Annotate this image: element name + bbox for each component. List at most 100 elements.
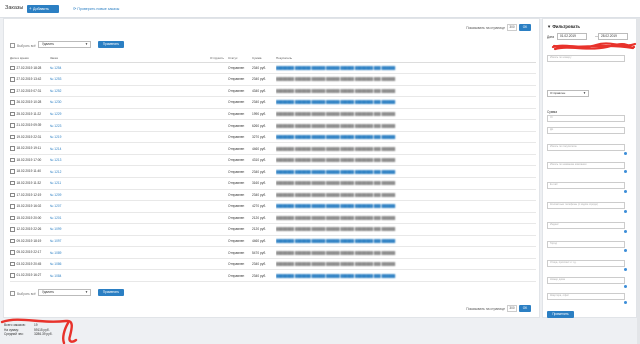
row-checkbox[interactable] bbox=[10, 169, 15, 174]
table-row[interactable]: 15.02.2019 16:02 № 1207 Отправлен 4270 руб.… bbox=[10, 200, 536, 213]
info-icon[interactable] bbox=[624, 249, 627, 252]
row-checkbox[interactable] bbox=[10, 215, 15, 221]
table-row[interactable]: 19.02.2019 22:31 № 1219 Отправлен 3270 руб.… bbox=[10, 131, 536, 144]
table-row[interactable]: 18.02.2019 17:00 № 1213 Отправлен 4310 руб.… bbox=[10, 154, 536, 167]
order-number-link[interactable]: № 1211 bbox=[50, 181, 61, 185]
table-row[interactable]: 15.02.2019 20:00 № 1201 Отправлен 2120 руб.… bbox=[10, 212, 536, 225]
filter-field-input[interactable]: Квартира, офис bbox=[547, 293, 625, 300]
date-to-input[interactable]: 28.02.2019 bbox=[598, 33, 628, 40]
order-number-link[interactable]: № 1089 bbox=[50, 251, 61, 255]
bulk-action-select-bottom[interactable]: Удалить ▼ bbox=[38, 289, 91, 296]
bulk-apply-button[interactable]: Применить bbox=[98, 41, 124, 48]
table-row[interactable]: 17.02.2019 12:19 № 1209 Отправлен 2340 руб.… bbox=[10, 189, 536, 202]
status-select[interactable]: Отправлен ▼ bbox=[547, 90, 589, 97]
date-from-input[interactable]: 01.02.2019 bbox=[557, 33, 587, 40]
table-row[interactable]: 12.02.2019 22:26 № 1099 Отправлен 2120 руб.… bbox=[10, 223, 536, 236]
order-number-link[interactable]: № 1209 bbox=[50, 193, 61, 197]
order-number-link[interactable]: № 1219 bbox=[50, 135, 61, 139]
row-checkbox[interactable] bbox=[10, 134, 15, 140]
filter-field-input[interactable]: E-mail bbox=[547, 182, 625, 189]
table-row[interactable]: 27.02.2019 13:42 № 1253 Отправлен 2340 руб.… bbox=[10, 73, 536, 86]
col-order[interactable]: Заказ bbox=[50, 55, 210, 63]
per-page-ok-button[interactable]: OK bbox=[519, 24, 531, 31]
filter-field-input[interactable]: Номер дома bbox=[547, 277, 625, 284]
col-customer[interactable]: Покупатель bbox=[276, 55, 536, 63]
filter-field-input[interactable]: Искать по названию компании bbox=[547, 162, 625, 169]
order-number-link[interactable]: № 1213 bbox=[50, 158, 61, 162]
info-icon[interactable] bbox=[624, 301, 627, 304]
filter-apply-button[interactable]: Применить bbox=[547, 311, 574, 318]
row-checkbox[interactable] bbox=[10, 250, 15, 255]
bulk-action-select[interactable]: Удалить ▼ bbox=[38, 41, 91, 48]
select-all-checkbox[interactable] bbox=[10, 43, 15, 48]
table-row[interactable]: 26.02.2019 10:28 № 1230 Отправлен 2340 руб.… bbox=[10, 96, 536, 109]
order-number-link[interactable]: № 1229 bbox=[50, 112, 61, 116]
order-number-link[interactable]: № 1253 bbox=[50, 77, 61, 81]
row-checkbox[interactable] bbox=[10, 157, 15, 163]
row-checkbox[interactable] bbox=[10, 180, 15, 186]
filter-field-input[interactable]: Индекс bbox=[547, 222, 625, 229]
per-page-input-bottom[interactable]: 300 bbox=[507, 305, 517, 312]
order-number-link[interactable]: № 1214 bbox=[50, 147, 61, 151]
select-all-checkbox-bottom[interactable] bbox=[10, 291, 15, 296]
table-row[interactable]: 25.02.2019 11:22 № 1229 Отправлен 1990 руб.… bbox=[10, 108, 536, 121]
info-icon[interactable] bbox=[624, 210, 627, 213]
col-sum[interactable]: Сумма bbox=[252, 55, 276, 63]
order-number-link[interactable]: № 1223 bbox=[50, 124, 61, 128]
row-checkbox[interactable] bbox=[10, 123, 15, 128]
row-checkbox[interactable] bbox=[10, 65, 15, 71]
bulk-apply-button-bottom[interactable]: Применить bbox=[98, 289, 124, 296]
order-number-link[interactable]: № 1212 bbox=[50, 170, 61, 174]
table-row[interactable]: 27.02.2019 07:31 № 1252 Отправлен 4340 руб.… bbox=[10, 85, 536, 98]
row-checkbox[interactable] bbox=[10, 77, 15, 82]
table-row[interactable]: 05.02.2019 22:17 № 1089 Отправлен 5470 руб.… bbox=[10, 246, 536, 259]
row-checkbox[interactable] bbox=[10, 111, 15, 117]
order-number-link[interactable]: № 1230 bbox=[50, 100, 61, 104]
row-checkbox[interactable] bbox=[10, 88, 15, 94]
order-number-link[interactable]: № 1099 bbox=[50, 227, 61, 231]
add-order-button[interactable]: + Добавить bbox=[27, 5, 59, 13]
order-number-link[interactable]: № 1201 bbox=[50, 216, 61, 220]
row-checkbox[interactable] bbox=[10, 146, 15, 151]
order-number-link[interactable]: № 1207 bbox=[50, 204, 61, 208]
table-row[interactable]: 21.02.2019 09:39 № 1223 Отправлен 6260 руб.… bbox=[10, 119, 536, 132]
filter-field-input[interactable]: Улица, проспект и т.д. bbox=[547, 260, 625, 267]
table-row[interactable]: 27.02.2019 18:28 № 1254 Отправлен 2340 руб.… bbox=[10, 62, 536, 75]
row-checkbox[interactable] bbox=[10, 100, 15, 105]
per-page-input[interactable]: 300 bbox=[507, 24, 517, 31]
order-number-input[interactable]: Искать по номеру bbox=[547, 55, 625, 62]
row-checkbox[interactable] bbox=[10, 227, 15, 232]
per-page-ok-button-bottom[interactable]: OK bbox=[519, 305, 531, 312]
row-checkbox[interactable] bbox=[10, 273, 15, 278]
order-number-link[interactable]: № 1254 bbox=[50, 66, 61, 70]
filter-field-input[interactable]: Город bbox=[547, 241, 625, 248]
sum-from-input[interactable]: От bbox=[547, 115, 625, 122]
info-icon[interactable] bbox=[624, 170, 627, 173]
row-checkbox[interactable] bbox=[10, 261, 15, 267]
row-checkbox[interactable] bbox=[10, 238, 15, 244]
table-row[interactable]: 09.02.2019 18:19 № 1097 Отправлен 4460 руб.… bbox=[10, 235, 536, 248]
filter-field-input[interactable]: Контактные телефоны (с кодом города) bbox=[547, 202, 625, 209]
col-status[interactable]: Статус bbox=[228, 55, 252, 63]
table-row[interactable]: 01.02.2019 16:27 № 1084 Отправлен 2340 руб.… bbox=[10, 269, 536, 282]
order-number-link[interactable]: № 1252 bbox=[50, 89, 61, 93]
order-number-link[interactable]: № 1086 bbox=[50, 262, 61, 266]
col-date[interactable]: Дата и время bbox=[10, 55, 50, 63]
sum-to-input[interactable]: До bbox=[547, 127, 625, 134]
row-checkbox[interactable] bbox=[10, 204, 15, 209]
row-checkbox[interactable] bbox=[10, 192, 15, 198]
order-number-link[interactable]: № 1097 bbox=[50, 239, 61, 243]
check-new-orders-link[interactable]: ⟳Проверить новые заказы bbox=[73, 6, 119, 11]
col-ship[interactable]: Отгрузить bbox=[210, 55, 228, 63]
table-row[interactable]: 18.02.2019 11:32 № 1211 Отправлен 3160 руб.… bbox=[10, 177, 536, 190]
table-row[interactable]: 03.02.2019 20:45 № 1086 Отправлен 2340 руб.… bbox=[10, 258, 536, 271]
order-number-link[interactable]: № 1084 bbox=[50, 274, 61, 278]
info-icon[interactable] bbox=[624, 190, 627, 193]
info-icon[interactable] bbox=[624, 152, 627, 155]
info-icon[interactable] bbox=[624, 230, 627, 233]
info-icon[interactable] bbox=[624, 268, 627, 271]
table-row[interactable]: 18.02.2019 11:40 № 1212 Отправлен 2340 руб.… bbox=[10, 165, 536, 178]
filter-field-input[interactable]: Искать по покупателю bbox=[547, 144, 625, 151]
info-icon[interactable] bbox=[624, 285, 627, 288]
table-row[interactable]: 18.02.2019 19:11 № 1214 Отправлен 4460 руб.… bbox=[10, 142, 536, 155]
